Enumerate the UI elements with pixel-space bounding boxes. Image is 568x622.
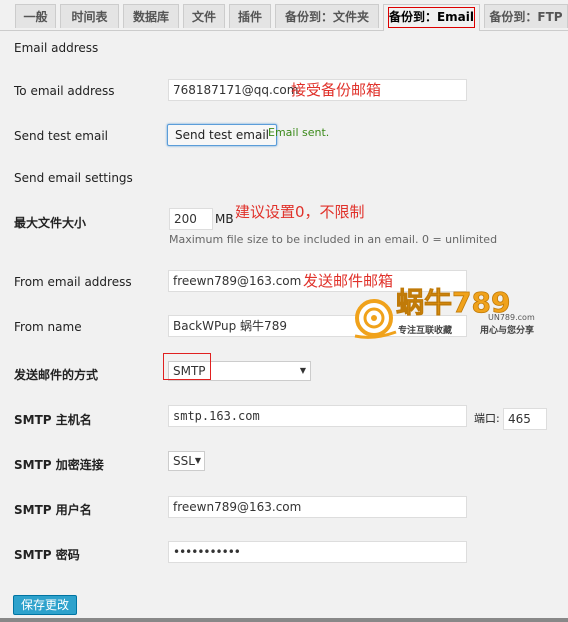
chevron-down-icon: ▼ <box>194 456 201 465</box>
section-email-address: Email address <box>14 41 99 55</box>
tab-backup-email[interactable]: 备份到：Email <box>383 4 480 31</box>
send-test-email-label: Send test email <box>14 129 108 143</box>
smtp-user-input[interactable]: freewn789@163.com <box>168 496 467 518</box>
test-email-status: Email sent. <box>268 126 330 139</box>
max-file-size-help: Maximum file size to be included in an e… <box>169 233 498 246</box>
method-highlight-box <box>163 353 211 380</box>
watermark-slogan-left: 专注互联收藏 <box>398 324 452 336</box>
smtp-host-label: SMTP 主机名 <box>14 413 92 427</box>
mail-method-label: 发送邮件的方式 <box>14 368 99 382</box>
un789-watermark-logo: 蜗牛789 UN789.com 专注互联收藏 用心与您分享 <box>354 286 535 339</box>
watermark-slogan-right: 用心与您分享 <box>479 324 534 336</box>
send-test-email-button[interactable]: Send test email <box>167 124 277 146</box>
max-file-size-input[interactable]: 200 <box>169 208 213 230</box>
to-email-label: To email address <box>14 84 115 98</box>
smtp-secure-select[interactable]: SSL ▼ <box>168 451 205 471</box>
smtp-secure-label: SMTP 加密连接 <box>14 458 104 472</box>
tab-database[interactable]: 数据库 <box>123 4 179 28</box>
chevron-down-icon: ▼ <box>299 366 306 375</box>
port-label: 端口: <box>474 412 500 425</box>
tab-backup-ftp[interactable]: 备份到：FTP <box>484 4 568 28</box>
annotation-receive-email: 接受备份邮箱 <box>291 81 382 99</box>
max-file-size-label: 最大文件大小 <box>14 216 87 230</box>
tab-plugins[interactable]: 插件 <box>229 4 271 28</box>
tab-files[interactable]: 文件 <box>183 4 225 28</box>
tab-bar: 一般 时间表 数据库 文件 插件 备份到：文件夹 备份到：Email 备份到：F… <box>0 0 568 31</box>
annotation-limit: 建议设置0，不限制 <box>235 203 365 221</box>
tab-schedule[interactable]: 时间表 <box>60 4 119 28</box>
section-send-email-settings: Send email settings <box>14 171 133 185</box>
from-email-label: From email address <box>14 275 132 289</box>
smtp-port-input[interactable]: 465 <box>503 408 547 430</box>
tab-general[interactable]: 一般 <box>15 4 56 28</box>
active-tab-highlight <box>388 7 475 28</box>
smtp-user-label: SMTP 用户名 <box>14 503 92 517</box>
save-changes-button[interactable]: 保存更改 <box>13 595 77 615</box>
tab-backup-folder[interactable]: 备份到：文件夹 <box>275 4 379 28</box>
smtp-host-input[interactable]: smtp.163.com <box>168 405 467 427</box>
smtp-password-input[interactable]: ••••••••••• <box>168 541 467 563</box>
smtp-secure-value: SSL <box>173 454 195 468</box>
from-name-label: From name <box>14 320 82 334</box>
smtp-password-label: SMTP 密码 <box>14 548 80 562</box>
bottom-edge <box>0 618 568 622</box>
snail-icon <box>354 299 397 339</box>
watermark-domain: UN789.com <box>488 313 535 322</box>
max-file-size-unit: MB <box>215 212 234 226</box>
